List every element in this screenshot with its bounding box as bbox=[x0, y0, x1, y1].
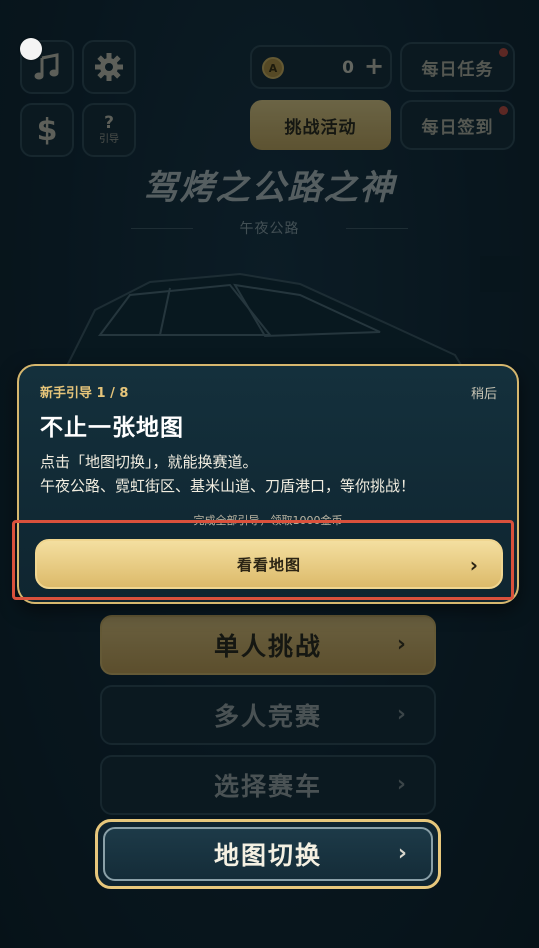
single-challenge-button[interactable]: 单人挑战 › bbox=[100, 615, 436, 675]
coin-balance: A 0 + bbox=[250, 45, 392, 89]
single-challenge-label: 单人挑战 bbox=[213, 632, 322, 661]
multiplayer-race-label: 多人竞赛 bbox=[213, 702, 322, 731]
select-car-label: 选择赛车 bbox=[213, 772, 322, 801]
floating-dot[interactable] bbox=[20, 38, 42, 60]
guide-button-content: ? 引导 bbox=[99, 115, 119, 145]
skip-later-button[interactable]: 稍后 bbox=[471, 383, 497, 402]
chevron-right-icon: › bbox=[396, 702, 408, 727]
car-background-art bbox=[0, 250, 520, 380]
tutorial-reward-text: 完成全部引导，领取1000金币 bbox=[193, 514, 343, 527]
challenge-event-button[interactable]: 挑战活动 bbox=[250, 100, 391, 150]
view-maps-button[interactable]: 看看地图 › bbox=[35, 539, 503, 589]
settings-button[interactable] bbox=[82, 40, 136, 94]
daily-checkin-button[interactable]: 每日签到 bbox=[400, 100, 515, 150]
coin-amount: 0 bbox=[342, 58, 354, 78]
game-title: 驾烤之公路之神 bbox=[143, 168, 396, 208]
subtitle-divider-right bbox=[346, 228, 408, 229]
multiplayer-race-button[interactable]: 多人竞赛 › bbox=[100, 685, 436, 745]
notification-dot bbox=[499, 106, 508, 115]
tutorial-body: 点击「地图切换」，就能换赛道。 午夜公路、霓虹街区、基米山道、刀盾港口，等你挑战… bbox=[40, 450, 510, 498]
guide-button[interactable]: ? 引导 bbox=[82, 103, 136, 157]
add-coins-button[interactable]: + bbox=[364, 52, 384, 80]
select-car-button[interactable]: 选择赛车 › bbox=[100, 755, 436, 815]
chevron-right-icon: › bbox=[469, 553, 479, 577]
tutorial-popup: 新手引导 1 / 8 稍后 不止一张地图 点击「地图切换」，就能换赛道。 午夜公… bbox=[17, 364, 519, 604]
map-switch-label: 地图切换 bbox=[213, 841, 322, 870]
view-maps-label: 看看地图 bbox=[236, 555, 301, 574]
gear-icon bbox=[95, 53, 123, 81]
dollar-icon: $ bbox=[37, 114, 58, 146]
notification-dot bbox=[499, 48, 508, 57]
tutorial-body-line-1: 点击「地图切换」，就能换赛道。 bbox=[40, 453, 258, 471]
shop-button[interactable]: $ bbox=[20, 103, 74, 157]
map-switch-button[interactable]: 地图切换 › bbox=[103, 827, 433, 881]
subtitle-row: 午夜公路 bbox=[0, 218, 539, 238]
map-switch-highlight: 地图切换 › bbox=[95, 819, 441, 889]
chevron-right-icon: › bbox=[396, 772, 408, 797]
chevron-right-icon: › bbox=[397, 841, 409, 866]
question-icon: ? bbox=[104, 113, 114, 133]
tutorial-body-line-2: 午夜公路、霓虹街区、基米山道、刀盾港口，等你挑战！ bbox=[40, 477, 416, 495]
daily-checkin-label: 每日签到 bbox=[421, 117, 494, 138]
daily-tasks-button[interactable]: 每日任务 bbox=[400, 42, 515, 92]
tutorial-step-counter: 新手引导 1 / 8 bbox=[40, 386, 129, 401]
guide-button-label: 引导 bbox=[99, 134, 119, 145]
daily-tasks-label: 每日任务 bbox=[421, 59, 494, 80]
chevron-right-icon: › bbox=[396, 632, 408, 657]
game-screen: 驾烤之公路之神 午夜公路 $ ? 引导 A 0 + 每日任务 挑战活动 每日签到… bbox=[0, 0, 539, 948]
current-map-subtitle: 午夜公路 bbox=[239, 221, 300, 237]
coin-icon: A bbox=[262, 57, 284, 79]
svg-text:$: $ bbox=[37, 114, 58, 146]
tutorial-heading: 不止一张地图 bbox=[40, 415, 184, 441]
